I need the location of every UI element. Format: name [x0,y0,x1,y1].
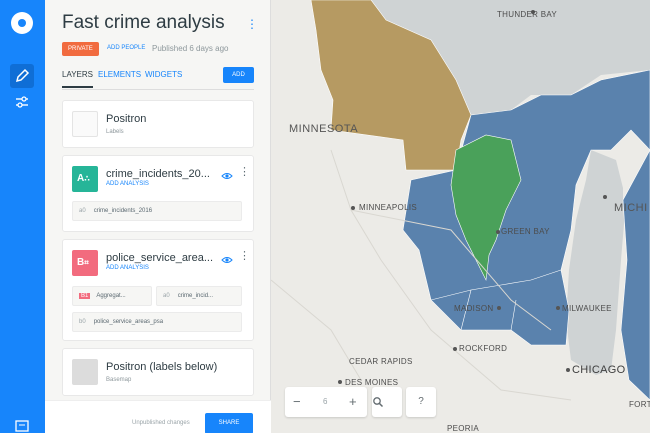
layer-card-basemap[interactable]: Positron (labels below) Basemap [62,348,254,396]
city-label: MILWAUKEE [562,304,612,313]
city-label: THUNDER BAY [497,10,558,19]
add-analysis-link[interactable]: ADD ANALYSIS [106,265,149,271]
help-icon: ? [418,396,424,407]
city-label: ROCKFORD [459,344,508,353]
layer-options-icon[interactable]: ⋮ [239,249,250,262]
analysis-node[interactable]: B1 Aggregat... [72,286,152,306]
layer-card-positron-labels[interactable]: Positron Labels [62,100,254,148]
add-people-link[interactable]: ADD PEOPLE [107,45,145,51]
layer-options-icon[interactable]: ⋮ [239,165,250,178]
visibility-eye-icon[interactable] [221,168,233,179]
search-button[interactable] [372,387,402,417]
state-label: MICHI [614,202,648,214]
published-status: Published 6 days ago [152,44,229,53]
editor-panel: Fast crime analysis ⋮ PRIVATE ADD PEOPLE… [45,0,271,433]
analysis-node[interactable]: b0 police_service_areas_psa [72,312,242,332]
help-button[interactable]: ? [406,387,436,417]
analysis-node[interactable]: a0 crime_incidents_2016 [72,201,242,221]
carto-logo-icon[interactable] [11,12,33,34]
map-title[interactable]: Fast crime analysis [62,12,225,34]
edit-pencil-icon[interactable] [10,64,34,88]
layer-name[interactable]: crime_incidents_20... [106,168,210,180]
map-view[interactable]: THUNDER BAY MINNESOTA MICHI MINNEAPOLIS … [271,0,650,433]
add-analysis-link[interactable]: ADD ANALYSIS [106,181,149,187]
city-label: CHICAGO [572,364,626,376]
privacy-badge[interactable]: PRIVATE [62,42,99,56]
tab-elements[interactable]: ELEMENTS [98,70,141,79]
tab-widgets[interactable]: WIDGETS [145,70,182,79]
more-options-icon[interactable]: ⋮ [246,17,258,31]
search-icon [373,397,384,408]
chat-icon[interactable] [12,418,32,433]
basemap-thumbnail [72,111,98,137]
layer-card-crime-incidents[interactable]: A∴ crime_incidents_20... ADD ANALYSIS ⋮ … [62,155,254,232]
state-label: MINNESOTA [289,123,359,135]
layer-letter-badge: B⌗ [72,250,98,276]
zoom-in-button[interactable]: + [349,394,357,409]
layer-name[interactable]: Positron [106,113,146,125]
city-label: CEDAR RAPIDS [349,357,413,366]
tab-layers[interactable]: LAYERS [62,70,93,88]
panel-footer: Unpublished changes SHARE [45,400,271,433]
basemap-thumbnail [72,359,98,385]
unpublished-status: Unpublished changes [132,420,190,426]
add-layer-button[interactable]: ADD [223,67,254,83]
layer-subtitle: Labels [106,129,124,135]
city-label: MADISON [454,304,494,313]
left-rail [0,0,45,433]
zoom-control: − 6 + [285,387,367,417]
zoom-out-button[interactable]: − [293,394,301,409]
visibility-eye-icon[interactable] [221,252,233,263]
layer-card-police-service-areas[interactable]: B⌗ police_service_area... ADD ANALYSIS ⋮… [62,239,254,341]
city-label: DES MOINES [345,378,399,387]
city-label: FORT WAY [629,400,650,409]
layer-letter-badge: A∴ [72,166,98,192]
layer-name[interactable]: Positron (labels below) [106,361,217,373]
analysis-node[interactable]: a0 crime_incid... [156,286,242,306]
zoom-level: 6 [323,397,328,406]
settings-sliders-icon[interactable] [10,90,34,114]
layer-name[interactable]: police_service_area... [106,252,213,264]
city-label: GREEN BAY [501,227,550,236]
city-label: PEORIA [447,424,480,433]
city-label: MINNEAPOLIS [359,203,417,212]
layer-subtitle: Basemap [106,377,132,383]
share-button[interactable]: SHARE [205,413,253,433]
